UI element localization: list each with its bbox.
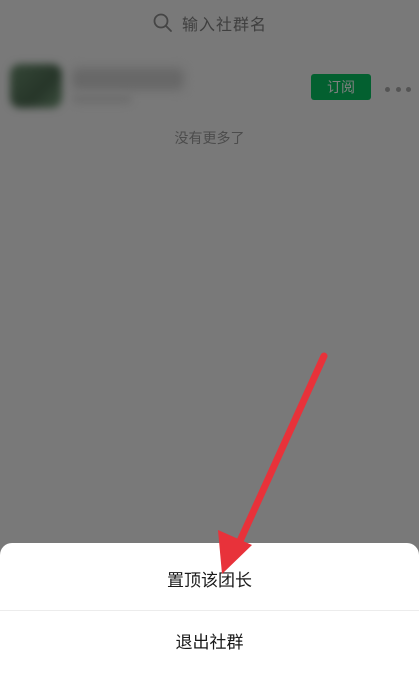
action-sheet: 置顶该团长 退出社群 bbox=[0, 543, 419, 673]
pin-leader-option[interactable]: 置顶该团长 bbox=[0, 547, 419, 609]
quit-community-option[interactable]: 退出社群 bbox=[0, 609, 419, 671]
